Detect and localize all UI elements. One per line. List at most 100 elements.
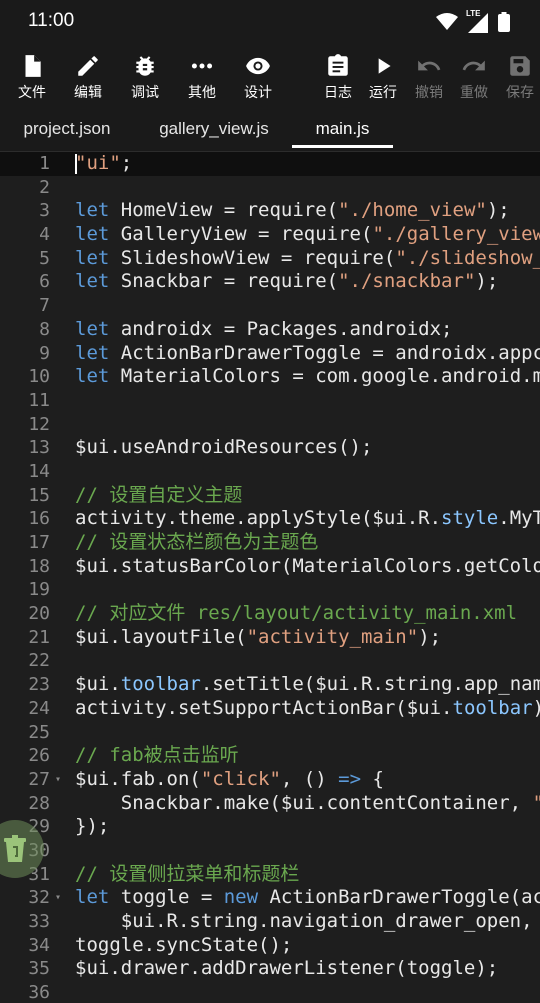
code-line[interactable]: 15 // 设置自定义主题	[0, 484, 540, 508]
code-line[interactable]: 34 toggle.syncState();	[0, 934, 540, 958]
trash-can-icon	[4, 835, 26, 862]
status-icons: LTE	[436, 9, 510, 34]
code-text: let GalleryView = require("./gallery_vie…	[75, 223, 540, 246]
code-line[interactable]: 9 let ActionBarDrawerToggle = androidx.ap…	[0, 342, 540, 366]
code-line[interactable]: 5 let SlideshowView = require("./slidesho…	[0, 247, 540, 271]
line-number: 28	[28, 792, 50, 814]
more-button[interactable]: 其他	[179, 53, 225, 102]
code-line[interactable]: 2	[0, 176, 540, 200]
line-number: 23	[28, 674, 50, 696]
code-text: let HomeView = require("./home_view");	[75, 199, 510, 222]
line-number: 8	[39, 318, 50, 340]
code-line[interactable]: 14	[0, 460, 540, 484]
code-line[interactable]: 11	[0, 389, 540, 413]
code-line[interactable]: 8 let androidx = Packages.androidx;	[0, 318, 540, 342]
redo-button[interactable]: 重做	[451, 53, 497, 102]
code-line[interactable]: 31// 设置侧拉菜单和标题栏	[0, 863, 540, 887]
text-cursor	[75, 154, 77, 174]
line-number: 3	[39, 200, 50, 222]
line-number: 5	[39, 247, 50, 269]
status-bar: 11:00 LTE	[0, 0, 540, 44]
code-text: // fab被点击监听	[75, 744, 239, 767]
line-number: 35	[28, 958, 50, 980]
file-tabs: project.json gallery_view.js main.js	[0, 104, 540, 152]
code-editor[interactable]: 1 "ui"; 2 3 let HomeView = require("./home_v…	[0, 152, 540, 1003]
line-number: 7	[39, 295, 50, 317]
code-text: let ActionBarDrawerToggle = androidx.app…	[75, 341, 540, 364]
code-text: // 设置自定义主题	[75, 483, 243, 506]
code-line[interactable]: 1 "ui";	[0, 152, 540, 176]
line-number: 17	[28, 532, 50, 553]
code-text: // 设置侧拉菜单和标题栏	[75, 862, 300, 885]
code-line[interactable]: 30	[0, 839, 540, 863]
code-line[interactable]: 7	[0, 294, 540, 318]
line-number: 19	[28, 579, 50, 601]
code-line[interactable]: 6 let Snackbar = require("./snackbar");	[0, 270, 540, 294]
run-icon	[378, 58, 391, 74]
line-number: 36	[28, 982, 50, 1003]
code-line[interactable]: 16 activity.theme.applyStyle($ui.R.style.…	[0, 507, 540, 531]
code-line[interactable]: 29});	[0, 815, 540, 839]
debug-button[interactable]: 调试	[122, 53, 168, 102]
code-line[interactable]: 3 let HomeView = require("./home_view");	[0, 199, 540, 223]
log-button[interactable]: 日志	[315, 53, 361, 102]
line-number: 11	[28, 389, 50, 411]
code-line[interactable]: 13 $ui.useAndroidResources();	[0, 436, 540, 460]
undo-button[interactable]: 撤销	[406, 53, 452, 102]
edit-button[interactable]: 编辑	[65, 53, 111, 102]
line-number: 15	[28, 484, 50, 506]
code-line[interactable]: 10 let MaterialColors = com.google.androi…	[0, 365, 540, 389]
save-button[interactable]: 保存	[497, 53, 540, 102]
code-line[interactable]: 18 $ui.statusBarColor(MaterialColors.getC…	[0, 555, 540, 579]
wifi-icon	[436, 13, 458, 30]
code-line[interactable]: 22	[0, 649, 540, 673]
code-line[interactable]: 25	[0, 721, 540, 745]
line-number: 22	[28, 650, 50, 672]
code-text: toggle.syncState();	[75, 933, 293, 956]
code-line[interactable]: 21 $ui.layoutFile("activity_main");	[0, 626, 540, 650]
code-line[interactable]: 19	[0, 578, 540, 602]
code-text: $ui.toolbar.setTitle($ui.R.string.app_na…	[75, 673, 540, 696]
code-line[interactable]: 24 activity.setSupportActionBar($ui.toolb…	[0, 697, 540, 721]
code-line[interactable]: 12	[0, 413, 540, 437]
line-number: 6	[39, 271, 50, 293]
fold-arrow-icon[interactable]: ▾	[55, 886, 61, 910]
code-line[interactable]: 28 Snackbar.make($ui.contentContainer, "…	[0, 792, 540, 816]
code-line[interactable]: 35 $ui.drawer.addDrawerListener(toggle);	[0, 957, 540, 981]
line-number: 27	[28, 768, 50, 790]
code-text: let toggle = new ActionBarDrawerToggle(a…	[75, 886, 540, 909]
tab-gallery-view-js[interactable]: gallery_view.js	[145, 104, 283, 152]
fold-arrow-icon[interactable]: ▾	[55, 768, 61, 792]
edit-icon	[78, 56, 98, 76]
code-text: let SlideshowView = require("./slideshow…	[75, 246, 540, 269]
code-line[interactable]: 23 $ui.toolbar.setTitle($ui.R.string.app_…	[0, 673, 540, 697]
line-number: 21	[28, 626, 50, 648]
code-line[interactable]: 17 // 设置状态栏颜色为主题色	[0, 531, 540, 555]
code-lines: 1 "ui"; 2 3 let HomeView = require("./home_v…	[0, 152, 540, 1003]
code-line[interactable]: 20 // 对应文件 res/layout/activity_main.xml	[0, 602, 540, 626]
design-button[interactable]: 设计	[235, 53, 281, 102]
tab-project-json[interactable]: project.json	[8, 104, 126, 152]
log-icon	[328, 54, 348, 76]
code-line[interactable]: 4 let GalleryView = require("./gallery_vi…	[0, 223, 540, 247]
code-line[interactable]: 33 $ui.R.string.navigation_drawer_open, …	[0, 910, 540, 934]
code-line[interactable]: 26 // fab被点击监听	[0, 744, 540, 768]
editor-toolbar: 文件 编辑 调试 其他 设计 日志 运行 撤销 重做 保存	[0, 44, 540, 104]
code-text: let MaterialColors = com.google.android.…	[75, 365, 540, 388]
run-button[interactable]: 运行	[360, 53, 406, 102]
line-number: 12	[28, 413, 50, 435]
file-button[interactable]: 文件	[9, 53, 55, 102]
code-line[interactable]: 32 ▾ let toggle = new ActionBarDrawerToggl…	[0, 886, 540, 910]
line-number: 13	[28, 437, 50, 459]
code-line[interactable]: 27 ▾ $ui.fab.on("click", () => {	[0, 768, 540, 792]
more-icon	[191, 63, 213, 69]
code-line[interactable]: 36	[0, 981, 540, 1003]
status-time: 11:00	[28, 10, 75, 31]
line-number: 26	[28, 745, 50, 767]
code-text: $ui.drawer.addDrawerListener(toggle);	[75, 957, 499, 980]
line-number: 24	[28, 697, 50, 719]
code-text: "ui";	[75, 152, 133, 174]
file-icon	[25, 55, 41, 77]
code-text: $ui.layoutFile("activity_main");	[75, 625, 442, 648]
code-text: Snackbar.make($ui.contentContainer, "Rep…	[75, 791, 540, 814]
